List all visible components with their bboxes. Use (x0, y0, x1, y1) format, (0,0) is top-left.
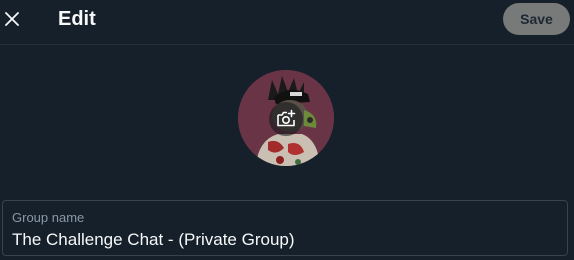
close-icon (5, 12, 19, 26)
group-name-label: Group name (12, 210, 85, 225)
page-title: Edit (58, 8, 96, 30)
save-button[interactable]: Save (503, 3, 570, 35)
group-name-field[interactable]: Group name (2, 200, 568, 256)
group-name-input[interactable] (12, 228, 557, 252)
dialog-header: Edit Save (0, 0, 574, 45)
edit-group-dialog: Edit Save Group name The Challenge Chat … (0, 0, 574, 260)
close-button[interactable] (0, 4, 26, 34)
camera-plus-icon (277, 109, 296, 127)
change-photo-button[interactable] (269, 102, 303, 136)
